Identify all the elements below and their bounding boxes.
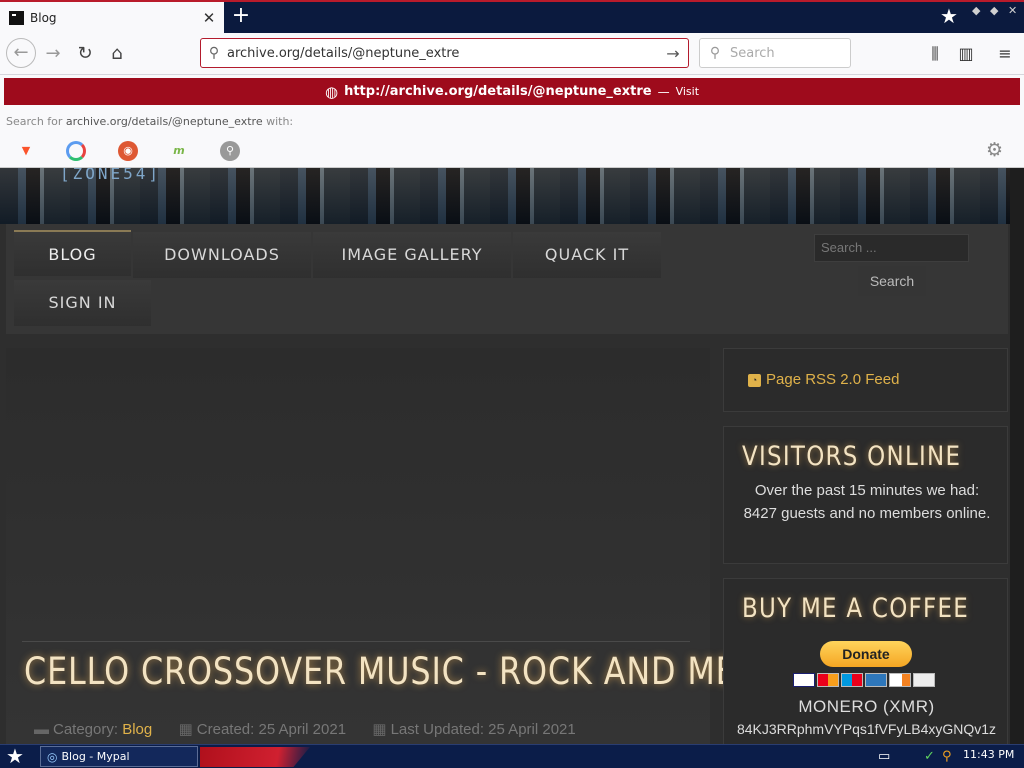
rss-link[interactable]: Page RSS 2.0 Feed xyxy=(766,371,899,388)
sidebar-icon[interactable]: ▥ xyxy=(953,41,979,67)
rss-icon: ◔ xyxy=(748,374,761,387)
keyboard-icon[interactable]: ▭ xyxy=(878,746,890,768)
menu-item-image-gallery[interactable]: IMAGE GALLERY xyxy=(313,232,511,278)
network-icon[interactable]: ✓ xyxy=(924,746,935,768)
folder-icon: ▬ xyxy=(34,721,49,738)
search-icon: ⚲ xyxy=(709,45,721,61)
menu-item-sign-in[interactable]: SIGN IN xyxy=(14,280,151,326)
url-input[interactable]: archive.org/details/@neptune_extre xyxy=(227,46,658,61)
navigation-toolbar: ← → ↻ ⌂ ⚲ archive.org/details/@neptune_e… xyxy=(0,33,1024,75)
menu-item-downloads[interactable]: DOWNLOADS xyxy=(133,232,311,278)
star-icon: ★ xyxy=(940,4,958,28)
url-dropdown: ◍ http://archive.org/details/@neptune_ex… xyxy=(0,75,1024,168)
tab-bar: Blog ✕ + ★ ◆ ◆ ✕ xyxy=(0,0,1024,33)
reload-button[interactable]: ↻ xyxy=(72,41,98,67)
globe-icon: ◍ xyxy=(324,82,339,101)
monero-address: 84KJ3RRphmVYPqs1fVFyLB4xyGNQv1z xyxy=(736,721,997,737)
article-meta: ▬ Category: Blog ▦ Created: 25 April 2021 … xyxy=(34,720,576,738)
menu-icon[interactable]: ≡ xyxy=(992,41,1018,67)
visitors-module: VISITORS ONLINE Over the past 15 minutes… xyxy=(723,426,1008,564)
visit-suggestion[interactable]: ◍ http://archive.org/details/@neptune_ex… xyxy=(4,78,1020,105)
visa-card-icon xyxy=(793,673,815,687)
page-scrollbar[interactable] xyxy=(1010,168,1024,744)
updated-date: Last Updated: 25 April 2021 xyxy=(390,721,576,738)
maestro-icon xyxy=(841,673,863,687)
back-button[interactable]: ← xyxy=(6,38,36,68)
calendar-icon: ▦ xyxy=(178,721,193,738)
search-placeholder: Search xyxy=(730,45,775,61)
site-favicon-icon xyxy=(9,10,24,25)
donate-button[interactable]: Donate xyxy=(820,641,912,667)
coffee-title: BUY ME A COFFEE xyxy=(742,593,970,624)
site-menu: BLOG DOWNLOADS IMAGE GALLERY QUACK IT SI… xyxy=(6,224,1008,334)
taskbar: ★ ◎ Blog - Mypal ▭ ✓ ⚲ 11:43 PM xyxy=(0,744,1024,768)
start-button[interactable]: ★ xyxy=(6,745,24,767)
tab-title: Blog xyxy=(30,10,57,25)
visitors-text: Over the past 15 minutes we had: 8427 gu… xyxy=(743,482,991,522)
rss-module: ◔ Page RSS 2.0 Feed xyxy=(723,348,1008,412)
maximize-icon[interactable]: ◆ xyxy=(990,4,998,17)
category-link[interactable]: Blog xyxy=(122,721,152,738)
library-icon[interactable]: ⫼ xyxy=(922,41,948,67)
qwant-icon[interactable] xyxy=(66,141,86,161)
duckduckgo-icon[interactable]: ◉ xyxy=(118,141,138,161)
visit-separator: — xyxy=(657,84,670,99)
browser-icon: ◎ xyxy=(47,749,58,764)
visit-url: http://archive.org/details/@neptune_extr… xyxy=(344,84,652,99)
tab-blog[interactable]: Blog ✕ xyxy=(0,2,224,33)
search-icon: ⚲ xyxy=(208,45,220,61)
site-search-button[interactable]: Search xyxy=(858,266,926,296)
taskbar-item-blog[interactable]: ◎ Blog - Mypal xyxy=(40,746,198,767)
clock: 11:43 PM xyxy=(963,748,1015,761)
created-date: Created: 25 April 2021 xyxy=(196,721,347,738)
brave-icon[interactable]: ▼ xyxy=(16,141,36,161)
article-column: CELLO CROSSOVER MUSIC - ROCK AND METAL ▬… xyxy=(6,348,795,744)
site-search-input[interactable]: Search ... xyxy=(814,234,969,262)
payment-cards xyxy=(793,673,935,687)
visit-label: Visit xyxy=(675,85,700,98)
coffee-module: BUY ME A COFFEE Donate MONERO (XMR) 84KJ… xyxy=(723,578,1008,744)
minimize-icon[interactable]: ◆ xyxy=(972,4,980,17)
site-banner: [ZONE54] xyxy=(0,168,1010,224)
mastercard-icon xyxy=(817,673,839,687)
close-tab-icon[interactable]: ✕ xyxy=(194,9,224,27)
mojeek-icon[interactable]: m xyxy=(169,141,189,161)
search-engine-icon[interactable]: ⚲ xyxy=(220,141,240,161)
url-bar[interactable]: ⚲ archive.org/details/@neptune_extre → xyxy=(200,38,689,68)
site-logo[interactable]: [ZONE54] xyxy=(60,168,161,183)
calendar-icon: ▦ xyxy=(372,721,387,738)
discover-icon xyxy=(889,673,911,687)
gear-icon[interactable]: ⚙ xyxy=(986,139,1003,161)
go-arrow-icon[interactable]: → xyxy=(658,44,688,63)
visitors-title: VISITORS ONLINE xyxy=(742,441,962,472)
menu-item-blog[interactable]: BLOG xyxy=(14,230,131,276)
menu-item-quack-it[interactable]: QUACK IT xyxy=(513,232,661,278)
taskbar-item-label: Blog - Mypal xyxy=(61,750,130,763)
article-title: CELLO CROSSOVER MUSIC - ROCK AND METAL xyxy=(24,650,796,693)
search-for-label: Search for archive.org/details/@neptune_… xyxy=(6,115,294,128)
taskbar-decoration xyxy=(200,747,310,767)
divider xyxy=(22,641,690,642)
amex-icon xyxy=(865,673,887,687)
new-tab-button[interactable]: + xyxy=(228,4,254,30)
web-page: [ZONE54] BLOG DOWNLOADS IMAGE GALLERY QU… xyxy=(0,168,1024,744)
search-tray-icon[interactable]: ⚲ xyxy=(942,746,952,768)
category-label: Category: xyxy=(53,721,119,738)
monero-label: MONERO (XMR) xyxy=(798,697,935,716)
home-button[interactable]: ⌂ xyxy=(104,41,130,67)
bank-card-icon xyxy=(913,673,935,687)
search-input[interactable]: ⚲ Search xyxy=(699,38,851,68)
forward-button[interactable]: → xyxy=(40,41,66,67)
close-window-icon[interactable]: ✕ xyxy=(1008,4,1017,17)
